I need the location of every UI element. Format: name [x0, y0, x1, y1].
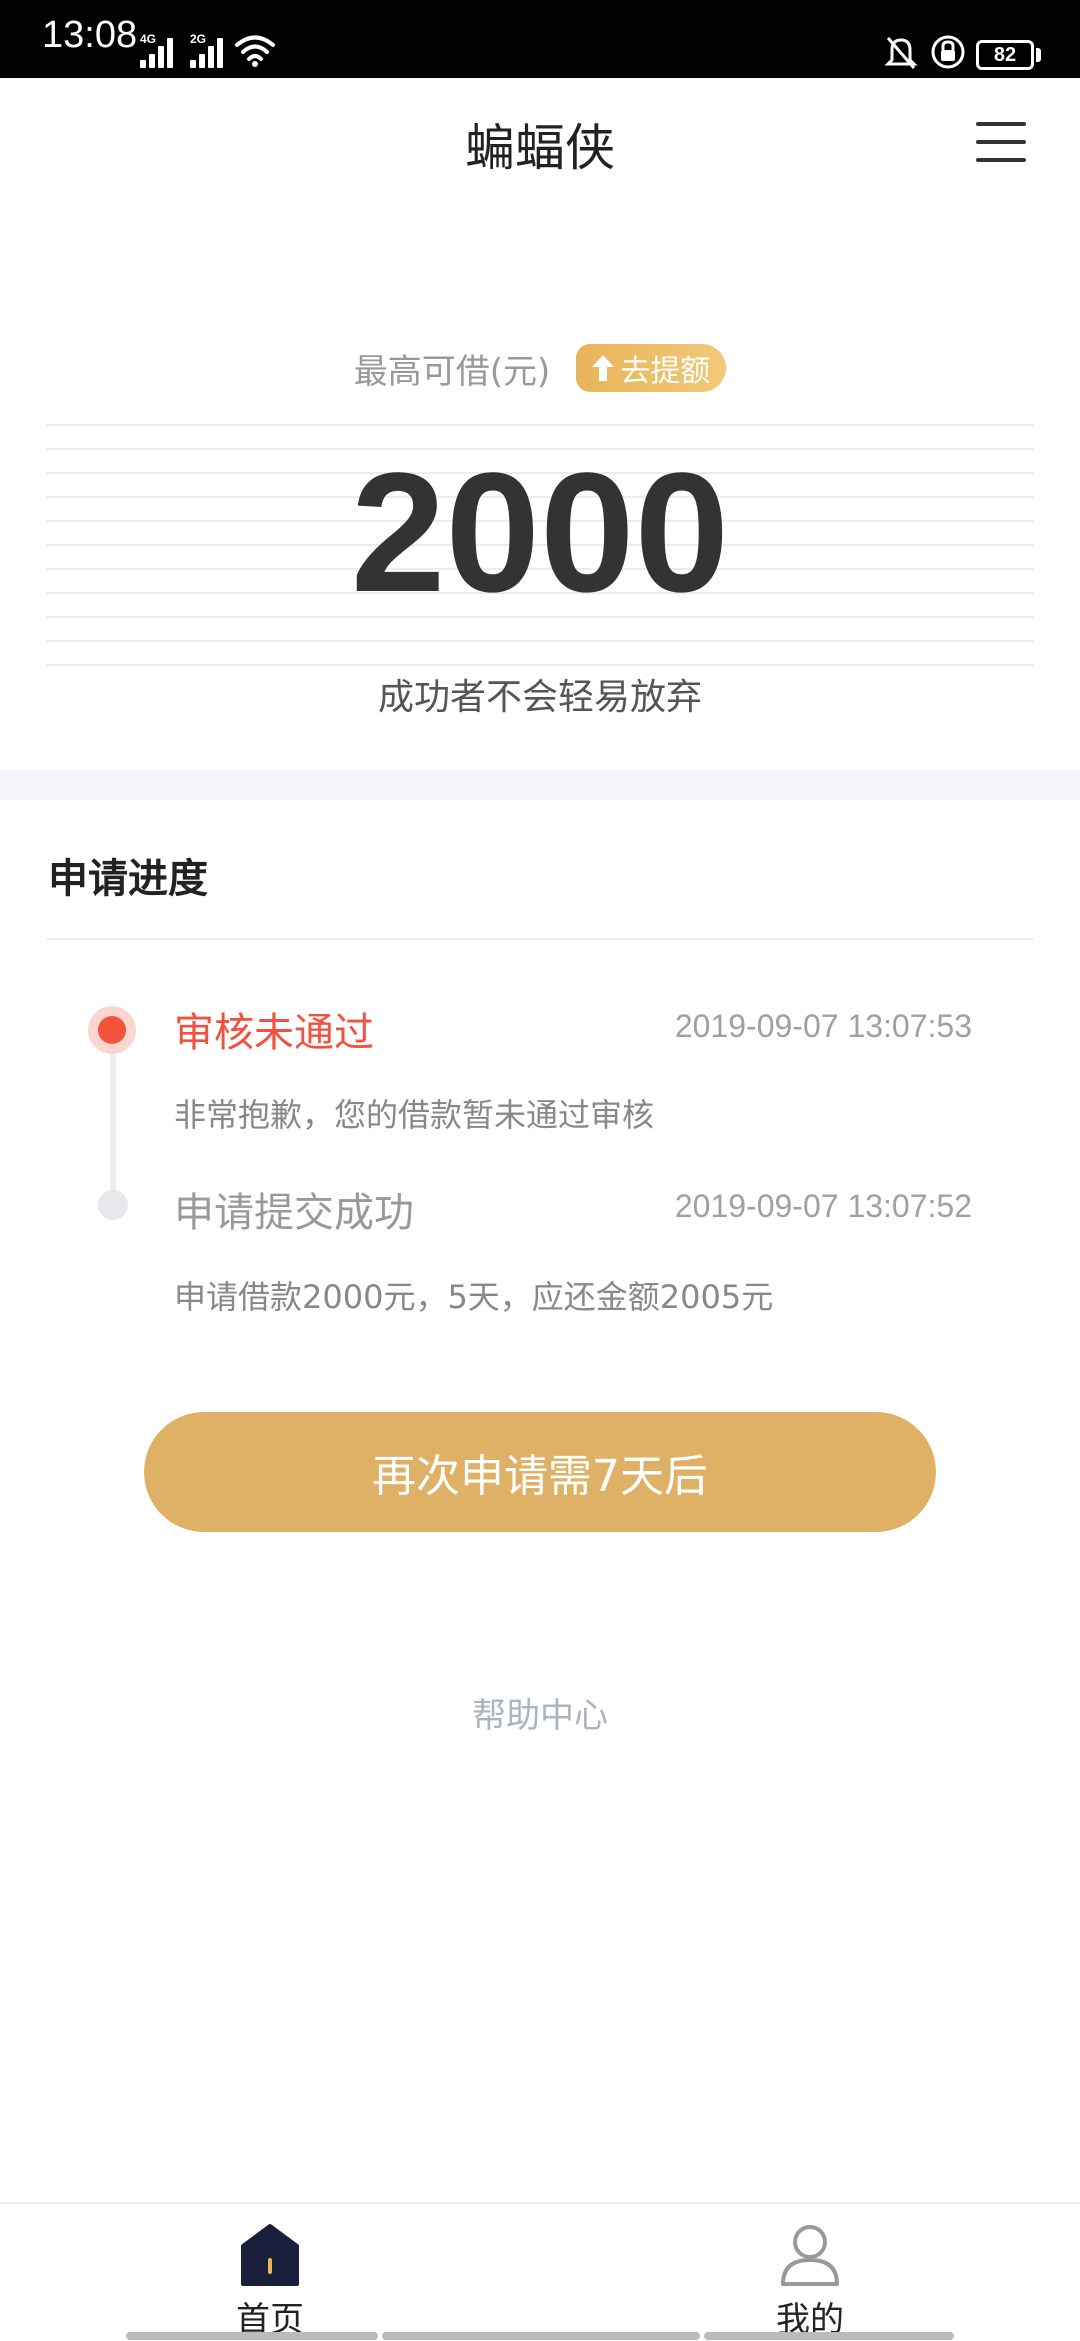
status-time: 13:08 — [42, 14, 138, 56]
rotation-lock-icon — [931, 35, 965, 69]
nav-item-home[interactable]: 首页 — [170, 2222, 370, 2341]
step-desc-rejected: 非常抱歉，您的借款暂未通过审核 — [174, 1096, 655, 1134]
reapply-button[interactable]: 再次申请需7天后 — [144, 1412, 936, 1532]
bell-off-icon — [884, 37, 918, 69]
step-time-rejected: 2019-09-07 13:07:53 — [674, 1008, 972, 1044]
progress-divider — [46, 938, 1034, 940]
nav-item-mine[interactable]: 我的 — [710, 2222, 910, 2341]
bottom-nav: 首页 我的 — [0, 2202, 1080, 2340]
wifi-icon — [235, 35, 275, 67]
signal-icon-2: 2G — [190, 32, 226, 68]
status-bar: 13:08 4G 2G 82 — [0, 0, 1080, 78]
battery-tip — [1036, 48, 1041, 62]
raise-limit-label: 去提额 — [620, 354, 711, 389]
gesture-bar — [126, 2332, 378, 2340]
signal-icon: 4G — [140, 32, 176, 68]
help-center-link[interactable]: 帮助中心 — [0, 1688, 1080, 1737]
app-header: 蝙蝠侠 — [0, 78, 1080, 206]
timeline-line — [110, 1030, 116, 1208]
step-desc-submitted: 申请借款2000元，5天，应还金额2005元 — [174, 1278, 774, 1316]
arrow-up-icon — [592, 355, 615, 381]
gesture-bar — [382, 2332, 700, 2340]
gesture-bar — [704, 2332, 954, 2340]
step-title-rejected: 审核未通过 — [174, 1010, 374, 1056]
raise-limit-button[interactable]: 去提额 — [576, 344, 727, 392]
user-icon — [781, 2225, 839, 2286]
menu-icon[interactable] — [976, 122, 1026, 162]
battery-icon: 82 — [976, 40, 1034, 70]
progress-title: 申请进度 — [48, 856, 208, 902]
step-title-submitted: 申请提交成功 — [174, 1190, 414, 1236]
credit-label: 最高可借(元) — [353, 351, 551, 392]
network-type-2: 2G — [190, 32, 207, 46]
credit-amount: 2000 — [350, 438, 730, 628]
credit-label-row: 最高可借(元) 去提额 — [0, 340, 1080, 396]
step-time-submitted: 2019-09-07 13:07:52 — [674, 1188, 972, 1224]
timeline-dot-active — [98, 1016, 126, 1044]
page-title: 蝙蝠侠 — [465, 119, 615, 177]
home-icon — [241, 2224, 299, 2286]
section-divider — [0, 770, 1080, 800]
credit-slogan: 成功者不会轻易放弃 — [377, 677, 702, 718]
network-type-1: 4G — [140, 32, 157, 46]
battery-level: 82 — [993, 43, 1017, 66]
timeline-dot-inactive — [98, 1190, 128, 1220]
